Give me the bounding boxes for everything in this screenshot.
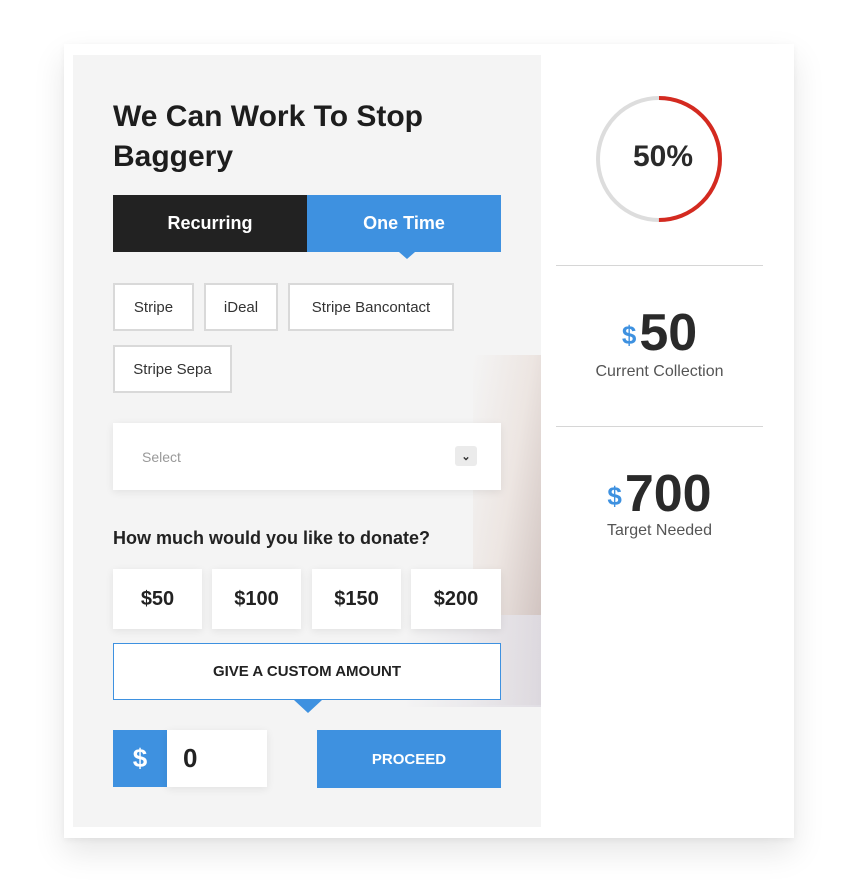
target-needed-label: Target Needed [607, 522, 712, 539]
gateway-stripe-bancontact-button[interactable]: Stripe Bancontact [288, 283, 454, 331]
target-needed-value: 700 [624, 465, 712, 523]
amount-input[interactable] [167, 730, 267, 787]
tab-one-time[interactable]: One Time [307, 195, 501, 259]
currency-symbol: $ [607, 481, 622, 511]
current-collection-value: 50 [639, 304, 698, 362]
currency-symbol: $ [621, 320, 637, 350]
select-dropdown[interactable]: Select ⌄ [113, 423, 501, 490]
donate-question: How much would you like to donate? [113, 528, 431, 548]
divider [556, 265, 763, 266]
chevron-down-icon: ⌄ [455, 446, 477, 466]
select-placeholder: Select [142, 449, 181, 465]
custom-amount-button[interactable]: GIVE A CUSTOM AMOUNT [113, 643, 501, 713]
amount-100-button[interactable]: $100 [212, 569, 301, 629]
current-collection-amount: $50 [556, 305, 763, 361]
currency-symbol: $ [113, 730, 167, 787]
divider [556, 426, 763, 427]
progress-percent: 50% [632, 140, 694, 173]
proceed-button[interactable]: PROCEED [317, 730, 501, 788]
gateway-ideal-button[interactable]: iDeal [204, 283, 278, 331]
gateway-stripe-button[interactable]: Stripe [113, 283, 194, 331]
tab-recurring[interactable]: Recurring [113, 195, 307, 252]
amount-200-button[interactable]: $200 [411, 569, 501, 629]
gateway-stripe-sepa-button[interactable]: Stripe Sepa [113, 345, 232, 393]
target-needed-amount: $700 [556, 466, 763, 522]
amount-150-button[interactable]: $150 [312, 569, 401, 629]
campaign-title: We Can Work To Stop Baggery [113, 100, 424, 173]
amount-50-button[interactable]: $50 [113, 569, 202, 629]
current-collection-label: Current Collection [595, 363, 724, 380]
